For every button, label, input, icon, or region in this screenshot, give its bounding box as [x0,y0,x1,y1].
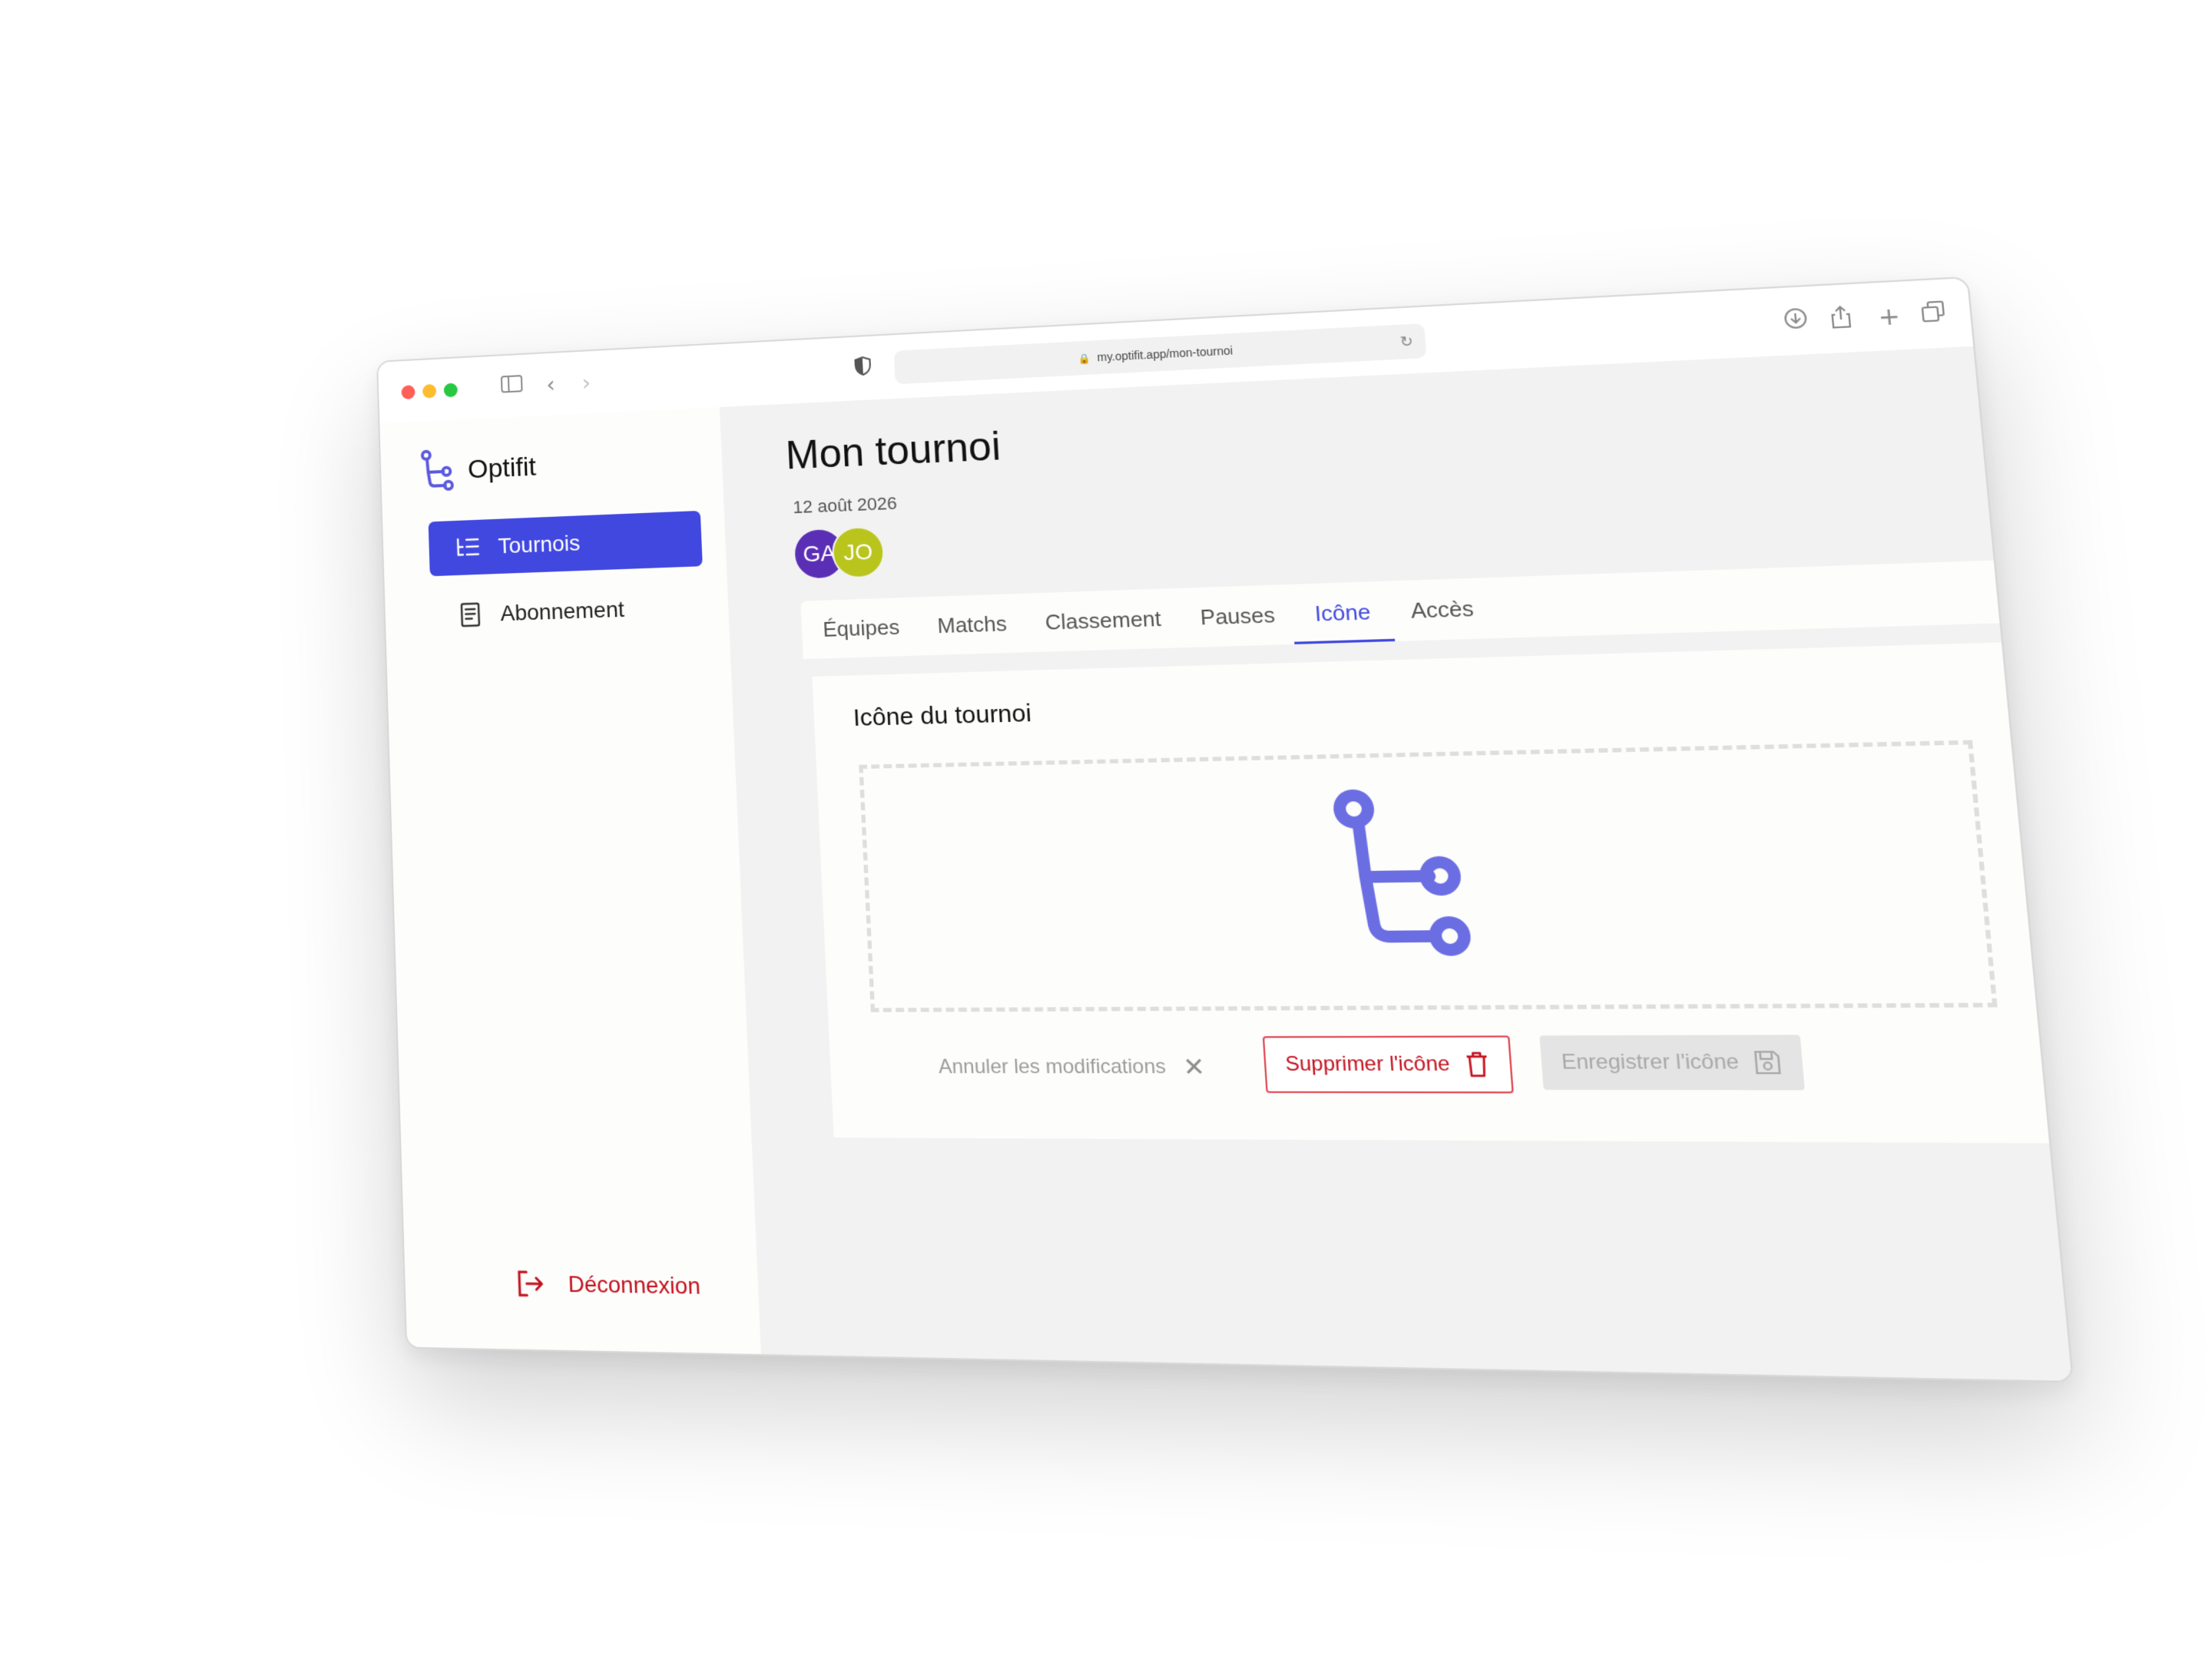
reload-icon[interactable]: ↻ [1399,324,1414,359]
trash-icon [1463,1051,1491,1078]
icon-actions: Annuler les modifications ✕ Supprimer l'… [829,1035,2045,1098]
sidebar-item-label: Abonnement [499,597,625,626]
tab-equipes[interactable]: Équipes [822,598,901,658]
receipt-icon [457,601,484,628]
delete-label: Supprimer l'icône [1284,1052,1451,1076]
close-icon: ✕ [1182,1053,1207,1081]
sidebar-item-abonnement[interactable]: Abonnement [430,579,705,644]
logout-icon [515,1268,547,1300]
cancel-label: Annuler les modifications [938,1055,1167,1078]
new-tab-icon[interactable]: + [1877,302,1902,332]
tab-pauses[interactable]: Pauses [1198,585,1277,647]
icon-card: Icône du tournoi Annuler les modificatio… [812,642,2050,1144]
cancel-changes-button[interactable]: Annuler les modifications ✕ [937,1043,1206,1091]
app-root: Optifit Tournois Abonnement Déconnexion … [379,346,2072,1381]
logout-button[interactable]: Déconnexion [515,1268,701,1303]
brand-name: Optifit [467,451,537,485]
floppy-disk-icon [1753,1049,1783,1076]
download-icon[interactable] [1783,307,1809,337]
sidebar: Optifit Tournois Abonnement Déconnexion [379,407,761,1355]
close-window-button[interactable] [401,385,416,400]
tab-matchs[interactable]: Matchs [935,594,1008,655]
tabs-overview-icon[interactable] [1920,300,1947,329]
save-icon-button[interactable]: Enregistrer l'icône [1539,1035,1806,1091]
tab-icone[interactable]: Icône [1313,581,1373,644]
maximize-window-button[interactable] [443,382,458,398]
tournament-tabs: Équipes Matchs Classement Pauses Icône A… [800,560,2000,660]
card-title: Icône du tournoi [853,700,1032,732]
page-title: Mon tournoi [784,423,1002,478]
tab-classement[interactable]: Classement [1044,589,1163,652]
brand[interactable]: Optifit [420,444,537,494]
logout-label: Déconnexion [568,1270,701,1300]
shield-icon[interactable] [853,356,873,383]
participants-avatars: GA JO [792,525,886,581]
sidebar-item-label: Tournois [497,530,581,558]
optifit-logo-icon [420,448,455,494]
browser-window: ‹ › 🔒 my.optifit.app/mon-tournoi ↻ + Opt… [376,276,2075,1383]
sidebar-toggle-icon[interactable] [500,373,524,401]
stage: ‹ › 🔒 my.optifit.app/mon-tournoi ↻ + Opt… [0,0,2212,1659]
tab-acces[interactable]: Accès [1409,578,1475,641]
forward-icon[interactable]: › [581,369,591,396]
avatar[interactable]: JO [830,525,886,579]
main-content: Mon tournoi 12 août 2026 GA JO Équipes M… [720,346,2072,1381]
sidebar-item-tournois[interactable]: Tournois [428,510,703,577]
icon-dropzone[interactable] [859,740,1998,1012]
lock-icon: 🔒 [1078,353,1091,365]
save-label: Enregistrer l'icône [1561,1050,1740,1075]
address-bar[interactable]: 🔒 my.optifit.app/mon-tournoi ↻ [893,323,1427,385]
optifit-logo-icon [1326,781,1481,972]
share-icon[interactable] [1829,305,1854,336]
tournament-date: 12 août 2026 [792,492,898,518]
list-tree-icon [455,534,482,561]
url-text: my.optifit.app/mon-tournoi [1096,343,1233,364]
minimize-window-button[interactable] [422,383,437,399]
back-icon[interactable]: ‹ [546,372,556,399]
delete-icon-button[interactable]: Supprimer l'icône [1262,1035,1514,1094]
